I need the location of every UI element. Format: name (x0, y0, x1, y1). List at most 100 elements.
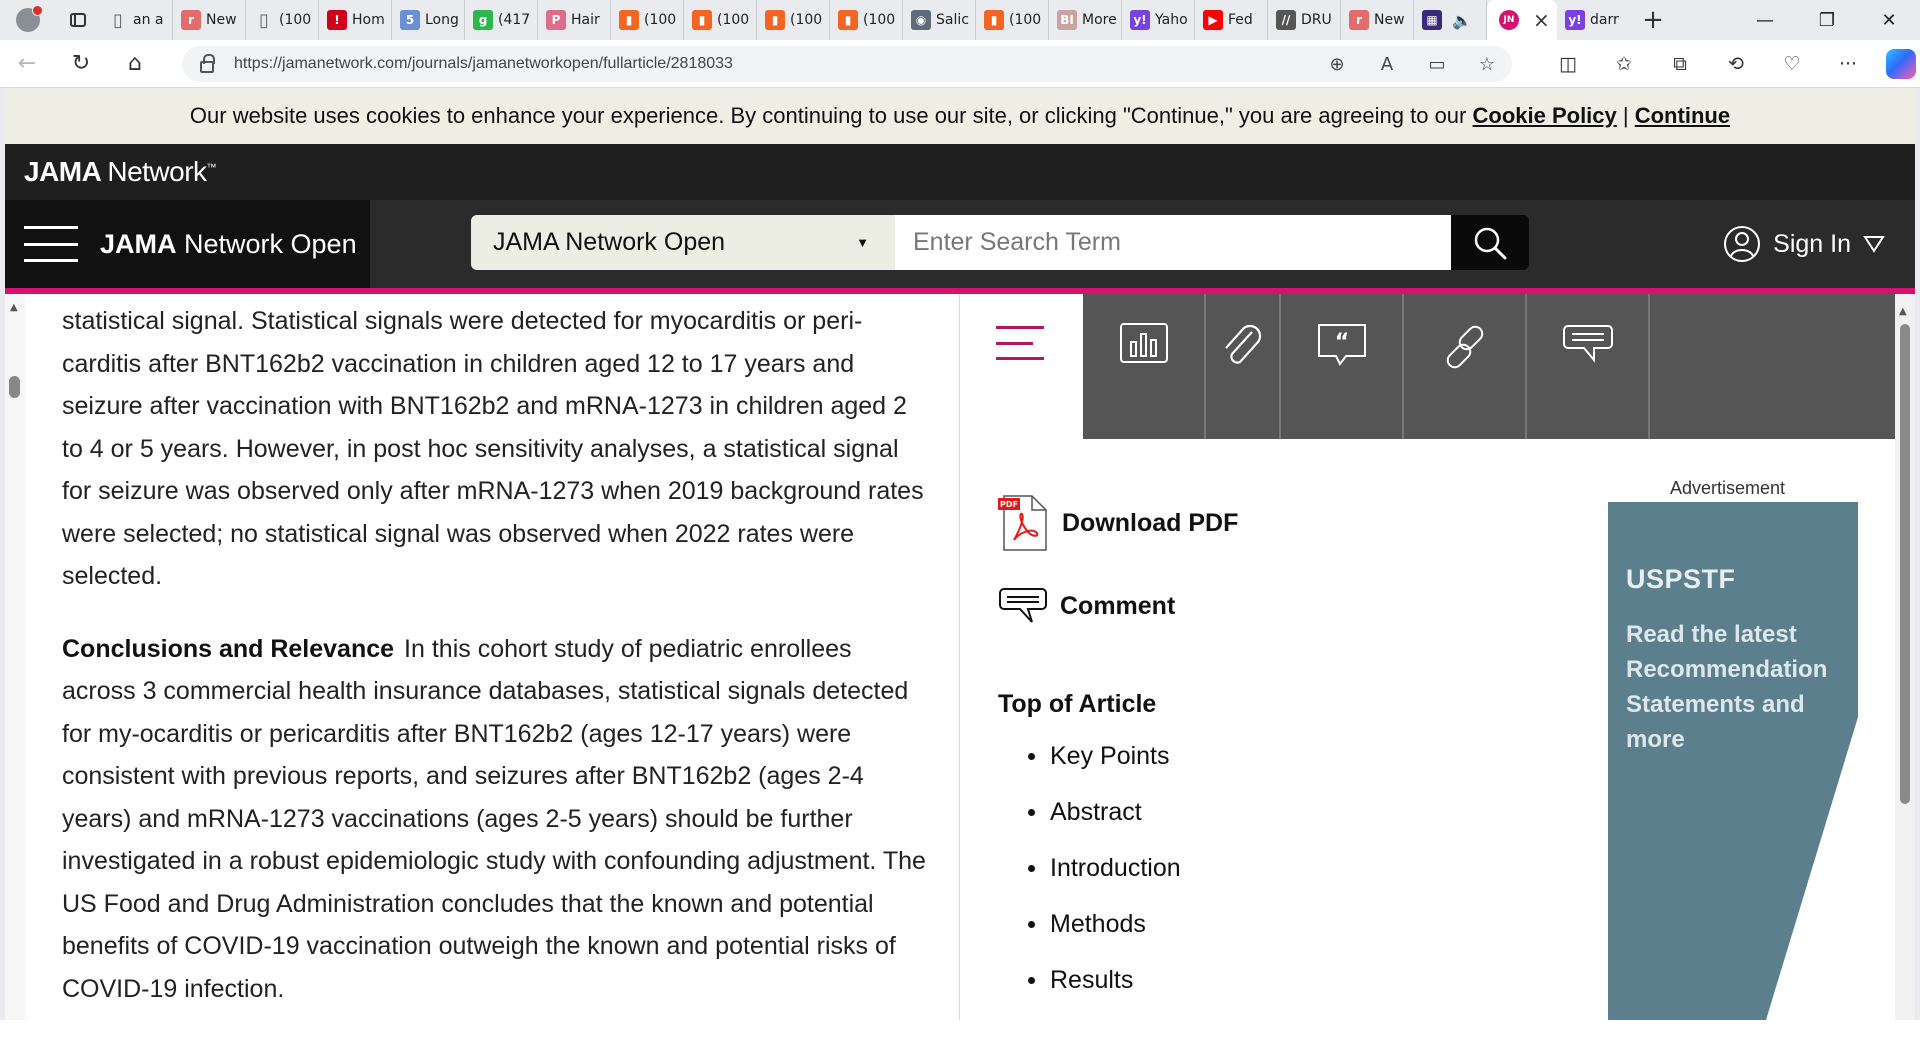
bi-icon: BI (1057, 10, 1077, 30)
tab-label: DRU (1301, 12, 1332, 28)
close-window-icon[interactable]: ✕ (1858, 0, 1920, 40)
tab[interactable]: ▮ (100 (830, 0, 903, 40)
zoom-icon[interactable]: ⊕ (1312, 54, 1362, 75)
attachments-tab[interactable] (1206, 294, 1281, 439)
tab[interactable]: ▮ (100 (976, 0, 1049, 40)
share-link-tab[interactable] (1404, 294, 1527, 439)
sign-in-button[interactable]: Sign In (1723, 200, 1885, 288)
browser-toolbar: ◫ ✩ ⧉ ⟲ ♡ ··· (1540, 40, 1916, 88)
tab[interactable]: ▯ (100 (246, 0, 319, 40)
back-button[interactable]: ← (0, 40, 54, 88)
cite-tab[interactable]: “ (1281, 294, 1404, 439)
bookmark-icon: ▮ (765, 10, 785, 30)
tools-tab-empty (1650, 294, 1895, 439)
profile-avatar-icon (16, 5, 43, 32)
yahoo-favicon-icon: y! (1565, 10, 1585, 30)
download-pdf-button[interactable]: PDF Download PDF (998, 494, 1238, 552)
comment-label: Comment (1060, 591, 1176, 620)
page-icon: ▯ (113, 9, 123, 31)
comments-tab[interactable] (1527, 294, 1650, 439)
profile-button[interactable] (0, 0, 56, 40)
tab-active[interactable]: JN × (1487, 0, 1557, 40)
close-tab-icon[interactable]: × (1533, 8, 1550, 32)
tab-label: Salic (936, 12, 969, 28)
tab[interactable]: 5 Long (392, 0, 465, 40)
tab[interactable]: ▮ (100 (757, 0, 830, 40)
scroll-thumb[interactable] (9, 376, 20, 398)
lock-icon[interactable] (200, 53, 215, 73)
tab[interactable]: g (417 (465, 0, 538, 40)
tab-list: ▯ an a r New ▯ (100! Hom 5 Long g (417 P Hair ▮ (100 ▮ (… (100, 0, 1487, 40)
scroll-up-icon[interactable]: ▲ (10, 302, 18, 313)
journal-name[interactable]: JAMA Network Open (100, 229, 357, 260)
page-scrollbar[interactable]: ▲ (1895, 294, 1915, 1020)
main-menu-icon[interactable] (24, 226, 78, 262)
toc-item-introduction[interactable]: Introduction (1028, 847, 1181, 903)
home-button[interactable]: ⌂ (108, 40, 162, 88)
tab[interactable]: ▯ an a (100, 0, 173, 40)
toc-item-methods[interactable]: Methods (1028, 903, 1181, 959)
figures-tab[interactable] (1083, 294, 1206, 439)
url-text[interactable]: https://jamanetwork.com/journals/jamanet… (234, 55, 733, 73)
toc-item-abstract[interactable]: Abstract (1028, 791, 1181, 847)
toc-toggle-icon[interactable] (996, 326, 1044, 360)
red-shield-icon: ! (327, 10, 347, 30)
article-actions: PDF Download PDF Comment (998, 494, 1238, 656)
tab[interactable]: ◉ Salic (903, 0, 976, 40)
history-icon[interactable]: ⟲ (1708, 53, 1764, 75)
search-button[interactable] (1451, 215, 1529, 270)
tab[interactable]: ▮ (100 (611, 0, 684, 40)
continue-link[interactable]: Continue (1635, 103, 1730, 129)
collections-icon[interactable]: ⧉ (1652, 53, 1708, 75)
tab-actions-button[interactable] (56, 0, 100, 40)
scroll-thumb[interactable] (1900, 324, 1910, 804)
speaker-icon[interactable]: 🔈 (1452, 11, 1472, 30)
tab-label: (100 (717, 12, 750, 28)
minimize-icon[interactable]: — (1734, 0, 1796, 40)
tab[interactable]: y! darr (1557, 0, 1630, 40)
tab-label: Fed (1228, 12, 1253, 28)
split-screen-icon[interactable]: ◫ (1540, 53, 1596, 75)
svg-text:“: “ (1334, 330, 1348, 355)
article-body: statistical signal. Statistical signals … (62, 300, 932, 1040)
tab[interactable]: // DRU (1268, 0, 1341, 40)
tab[interactable]: ▶ Fed (1195, 0, 1268, 40)
refresh-button[interactable]: ↻ (54, 40, 108, 88)
browser-tab-strip: ▯ an a r New ▯ (100! Hom 5 Long g (417 P Hair ▮ (100 ▮ (… (0, 0, 1920, 40)
search-scope-select[interactable]: JAMA Network Open ▼ (471, 215, 895, 270)
jama-network-bar: JAMA Network™ (5, 144, 1915, 200)
circle-icon: ◉ (911, 10, 931, 30)
tab[interactable]: ▦ 🔈 (1414, 0, 1487, 40)
toc-item-key-points[interactable]: Key Points (1028, 735, 1181, 791)
new-tab-button[interactable]: + (1630, 0, 1676, 40)
read-aloud-icon[interactable]: A (1362, 54, 1412, 75)
cookie-policy-link[interactable]: Cookie Policy (1473, 103, 1617, 129)
tab[interactable]: P Hair (538, 0, 611, 40)
search-input[interactable] (895, 215, 1451, 270)
favorite-star-icon[interactable]: ☆ (1462, 54, 1512, 75)
tab-label: More (1082, 12, 1117, 28)
tab[interactable]: r New (173, 0, 246, 40)
scroll-up-icon[interactable]: ▲ (1899, 306, 1907, 317)
article-scrollbar[interactable]: ▲ (5, 294, 25, 1020)
comment-button[interactable]: Comment (998, 586, 1238, 626)
toc-title[interactable]: Top of Article (998, 690, 1181, 719)
tab[interactable]: y! Yaho (1122, 0, 1195, 40)
address-bar[interactable]: https://jamanetwork.com/journals/jamanet… (182, 46, 1512, 82)
journal-brand: JAMA Network Open (5, 200, 370, 288)
dropdown-caret-icon: ▼ (856, 235, 869, 250)
immersive-reader-icon[interactable]: ▭ (1412, 54, 1462, 75)
favorites-icon[interactable]: ✩ (1596, 53, 1652, 75)
more-menu-icon[interactable]: ··· (1820, 53, 1876, 75)
download-pdf-label: Download PDF (1062, 508, 1239, 537)
jama-network-logo[interactable]: JAMA Network™ (24, 156, 217, 188)
advertisement-banner[interactable]: USPSTF Read the latest Recommendation St… (1608, 502, 1858, 1020)
restore-icon[interactable]: ❐ (1796, 0, 1858, 40)
toc-item-results[interactable]: Results (1028, 959, 1181, 1015)
tab[interactable]: ! Hom (319, 0, 392, 40)
tab[interactable]: r New (1341, 0, 1414, 40)
copilot-icon[interactable] (1886, 49, 1916, 79)
browser-essentials-icon[interactable]: ♡ (1764, 53, 1820, 75)
tab[interactable]: BI More (1049, 0, 1122, 40)
tab[interactable]: ▮ (100 (684, 0, 757, 40)
